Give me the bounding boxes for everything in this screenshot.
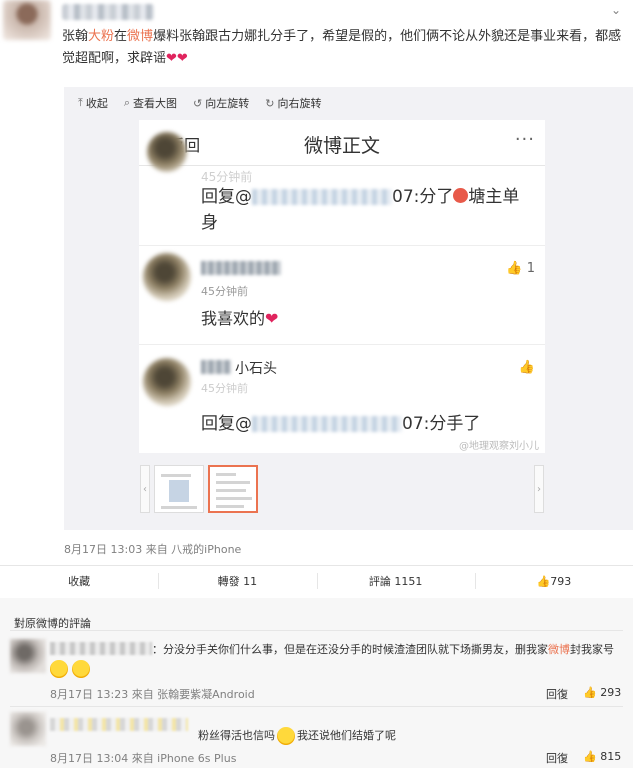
collapse-button[interactable]: ⤒ 收起 xyxy=(78,94,108,112)
commenter-name-blurred[interactable] xyxy=(50,718,188,731)
commenter-avatar[interactable] xyxy=(10,712,46,746)
rotate-left-button[interactable]: ↺ 向左旋转 xyxy=(193,94,249,112)
like-icon: 👍 xyxy=(518,360,535,375)
fan-link[interactable]: 大粉 xyxy=(88,29,114,44)
avatar xyxy=(143,253,191,301)
divider xyxy=(0,565,633,566)
comment-button[interactable]: 評論 1151 xyxy=(316,567,475,595)
magnifier-icon: ⌕ xyxy=(123,96,131,109)
like-icon: 👍 1 xyxy=(506,261,535,276)
screenshot-comment: 45分钟前 我喜欢的❤ 👍 1 xyxy=(139,247,545,345)
emoji-row xyxy=(50,660,90,678)
rotate-right-icon: ↻ xyxy=(265,96,275,110)
thumbnail-selected[interactable] xyxy=(208,465,258,513)
weibo-link[interactable]: 微博 xyxy=(127,29,153,44)
viewer-toolbar: ⤒ 收起 ⌕ 查看大图 ↺ 向左旋转 ↻ 向右旋转 xyxy=(78,94,321,112)
post-text: 张翰大粉在微博爆料张翰跟古力娜扎分手了，希望是假的，他们俩不论从外貌还是事业来看… xyxy=(62,29,622,66)
comment-text: 粉丝得活也信吗 我还说他们结婚了呢 xyxy=(198,727,396,745)
action-bar: 收藏 轉發 11 評論 1151 👍793 xyxy=(0,567,633,595)
hug-emoji-icon xyxy=(71,660,90,678)
heart-emoji-icon: ❤❤ xyxy=(166,51,188,66)
heart-icon: ❤ xyxy=(265,309,279,328)
next-arrow-icon[interactable]: › xyxy=(534,465,544,513)
avatar xyxy=(147,132,187,172)
blurred-name xyxy=(201,261,281,275)
comment-like-button[interactable]: 👍 293 xyxy=(583,686,621,699)
author-avatar[interactable] xyxy=(3,0,51,40)
view-large-button[interactable]: ⌕ 查看大图 xyxy=(124,94,177,112)
avatar xyxy=(143,358,191,406)
smirk-emoji-icon xyxy=(277,727,295,745)
thumbnail-strip: ‹ › xyxy=(140,463,544,515)
weibo-link[interactable]: 微博 xyxy=(548,643,570,656)
favorite-button[interactable]: 收藏 xyxy=(0,567,158,595)
rotate-right-button[interactable]: ↻ 向右旋转 xyxy=(265,94,321,112)
comment-meta: 8月17日 13:23 來自 张翰要紫凝Android xyxy=(50,688,255,701)
more-dots-icon: ··· xyxy=(514,129,535,150)
blurred-name xyxy=(201,360,231,374)
screenshot-header: 〈 返回 微博正文 ··· xyxy=(139,120,545,166)
blurred-name xyxy=(252,416,402,432)
commenter-name-blurred[interactable] xyxy=(50,642,152,655)
screenshot-comment: 45分钟前 回复@ 07:分了 塘主单身 xyxy=(139,132,545,246)
screenshot-comment: 小石头 45分钟前 回复@ 07:分手了 👍 @地理观察刘小儿 xyxy=(139,346,545,453)
reply-button[interactable]: 回復 xyxy=(546,750,568,766)
blurred-name xyxy=(252,189,392,205)
reply-button[interactable]: 回復 xyxy=(546,686,568,702)
like-button[interactable]: 👍793 xyxy=(474,567,633,595)
image-viewer: ⤒收起 ⌕查看大图 ↺向左旋转 ↻向右旋转 〈 返回 微博正文 ··· 45分钟… xyxy=(64,87,633,530)
author-name-blurred[interactable] xyxy=(62,4,154,20)
divider xyxy=(10,630,623,631)
comment-text: ：分没分手关你们什么事，但是在还没分手的时候渣渣团队就下场撕男友，删我家微博封我… xyxy=(152,643,614,656)
repost-button[interactable]: 轉發 11 xyxy=(158,567,316,595)
prev-arrow-icon[interactable]: ‹ xyxy=(140,465,150,513)
comment-like-button[interactable]: 👍 815 xyxy=(583,750,621,763)
comments-header: 對原微博的評論 xyxy=(14,617,91,630)
watermark: @地理观察刘小儿 xyxy=(459,441,539,452)
emoji-icon xyxy=(453,188,469,203)
collapse-icon: ⤒ xyxy=(78,96,83,109)
screenshot-title: 微博正文 xyxy=(303,135,380,157)
comment-meta: 8月17日 13:04 來自 iPhone 6s Plus xyxy=(50,752,237,765)
commenter-avatar[interactable] xyxy=(10,639,46,673)
post-meta: 8月17日 13:03 来自 八戒的iPhone xyxy=(64,543,242,556)
divider xyxy=(10,706,623,707)
chevron-down-icon[interactable]: ⌄ xyxy=(611,3,621,17)
embedded-screenshot[interactable]: 〈 返回 微博正文 ··· 45分钟前 回复@07:分了塘主单身 45分钟前 我… xyxy=(139,120,545,453)
thumbnail[interactable] xyxy=(154,465,204,513)
rotate-left-icon: ↺ xyxy=(193,96,203,110)
hug-emoji-icon xyxy=(50,660,68,678)
